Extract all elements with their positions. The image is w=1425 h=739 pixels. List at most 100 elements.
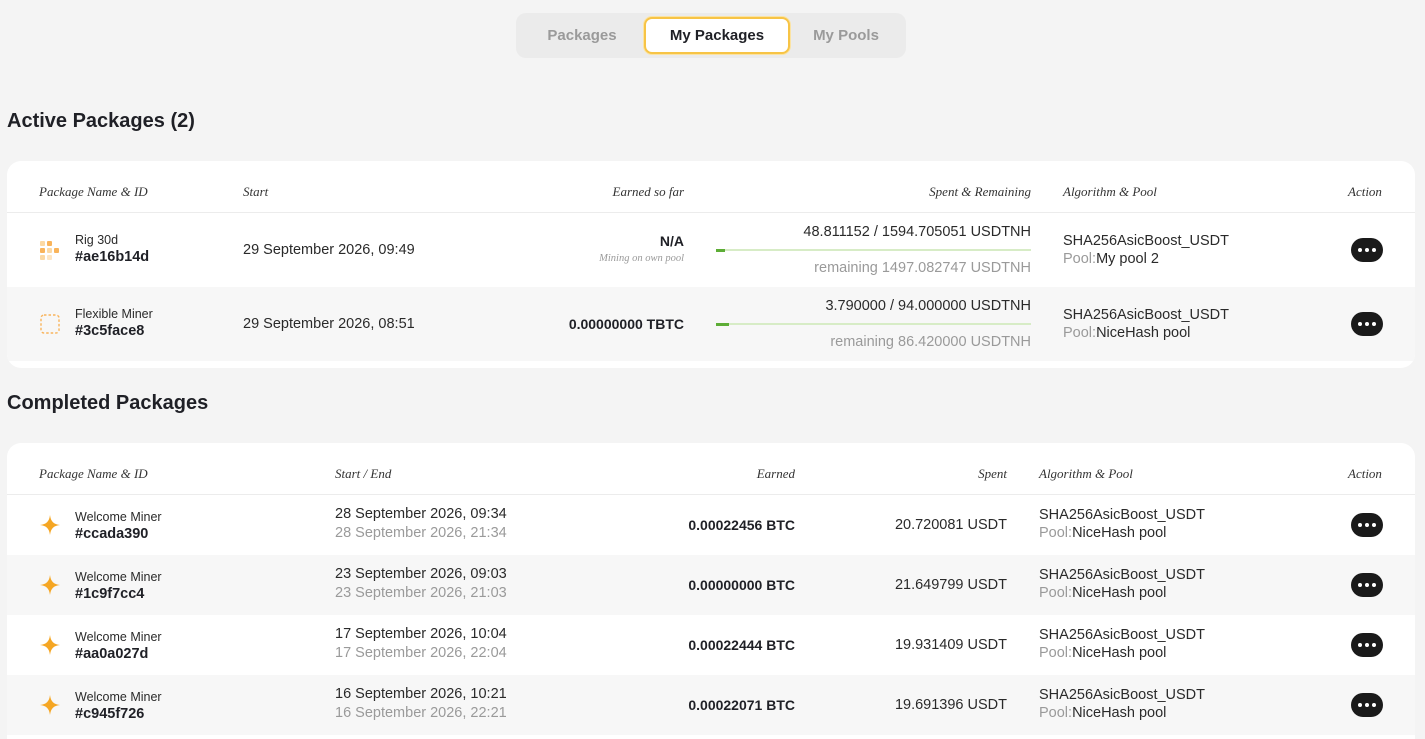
header-name: Package Name & ID (39, 184, 148, 199)
package-id[interactable]: #ccada390 (75, 526, 162, 542)
table-row[interactable]: Welcome Miner #c945f726 16 September 202… (7, 675, 1415, 735)
header-start-end: Start / End (335, 466, 392, 481)
spent-value: 20.720081 USDT (894, 517, 1007, 533)
algo-pool-cell: SHA256AsicBoost_USDT Pool:NiceHash pool (1039, 567, 1205, 601)
algorithm: SHA256AsicBoost_USDT (1039, 567, 1206, 583)
algorithm: SHA256AsicBoost_USDT (1063, 307, 1230, 323)
header-spent: Spent (978, 466, 1007, 481)
header-algo: Algorithm & Pool (1039, 466, 1133, 481)
star-icon (40, 515, 60, 535)
star-icon (40, 635, 60, 655)
more-actions-button[interactable] (1351, 633, 1383, 657)
start-end-cell: 16 September 2026, 10:21 16 September 20… (335, 686, 507, 721)
algo-pool-cell: SHA256AsicBoost_USDT Pool:NiceHash pool (1039, 507, 1205, 541)
earned-note: Mining on own pool (599, 253, 684, 264)
table-row[interactable]: Welcome Miner #ccada390 28 September 202… (7, 495, 1415, 555)
spent-value: 3.790000 / 94.000000 USDTNH (825, 298, 1031, 314)
package-id[interactable]: #1c9f7cc4 (75, 586, 162, 602)
header-action: Action (1348, 466, 1382, 481)
package-name: Rig 30d (75, 233, 119, 247)
algo-pool-cell: SHA256AsicBoost_USDT Pool:NiceHash pool (1039, 687, 1205, 721)
package-name-cell: Welcome Miner #aa0a027d (75, 630, 162, 662)
header-start: Start (243, 184, 269, 199)
tab-my-packages[interactable]: My Packages (644, 17, 790, 54)
package-name: Welcome Miner (75, 510, 162, 524)
table-row[interactable]: Welcome Miner #1c9f7cc4 23 September 202… (7, 555, 1415, 615)
algo-pool-cell: SHA256AsicBoost_USDT Pool:NiceHash pool (1039, 627, 1205, 661)
end-date: 17 September 2026, 22:04 (335, 645, 507, 661)
package-name: Welcome Miner (75, 690, 162, 704)
star-icon (40, 575, 60, 595)
start-date: 17 September 2026, 10:04 (335, 626, 507, 642)
start-date: 16 September 2026, 10:21 (335, 686, 507, 702)
package-id[interactable]: #aa0a027d (75, 646, 162, 662)
package-name-cell: Welcome Miner #ccada390 (75, 510, 162, 542)
end-date: 16 September 2026, 22:21 (335, 705, 507, 721)
more-actions-button[interactable] (1351, 312, 1383, 336)
spent-progress-bar (716, 322, 1031, 326)
star-icon (40, 695, 60, 715)
more-actions-button[interactable] (1351, 513, 1383, 537)
pool: Pool:My pool 2 (1063, 251, 1159, 267)
header-earned: Earned (756, 466, 795, 481)
algorithm: SHA256AsicBoost_USDT (1039, 507, 1206, 523)
earned-value: 0.00022456 BTC (688, 517, 795, 533)
package-name-cell: Welcome Miner #1c9f7cc4 (75, 570, 162, 602)
table-row[interactable]: Flexible Miner #3c5face8 29 September 20… (7, 287, 1415, 361)
spent-value: 19.691396 USDT (894, 697, 1007, 713)
algorithm: SHA256AsicBoost_USDT (1039, 687, 1206, 703)
header-earned: Earned so far (612, 184, 685, 199)
start-date: 28 September 2026, 09:34 (335, 506, 507, 522)
tab-packages[interactable]: Packages (520, 17, 644, 54)
table-header: Package Name & ID Start Earned so far Sp… (7, 161, 1415, 213)
spent-value: 21.649799 USDT (894, 577, 1007, 593)
pool: Pool:NiceHash pool (1039, 585, 1167, 601)
start-end-cell: 28 September 2026, 09:34 28 September 20… (335, 506, 507, 541)
package-name: Welcome Miner (75, 630, 162, 644)
algo-pool-cell: SHA256AsicBoost_USDT Pool:NiceHash pool (1063, 307, 1229, 341)
package-name-cell: Welcome Miner #c945f726 (75, 690, 162, 722)
package-name: Flexible Miner (75, 307, 153, 321)
more-actions-button[interactable] (1351, 693, 1383, 717)
package-id[interactable]: #c945f726 (75, 706, 162, 722)
earned-cell: N/A Mining on own pool (599, 233, 684, 264)
earned-value: 0.00000000 TBTC (568, 316, 684, 332)
pool: Pool:NiceHash pool (1039, 525, 1167, 541)
header-action: Action (1348, 184, 1382, 199)
earned-value: 0.00000000 BTC (688, 577, 795, 593)
table-row[interactable]: Welcome Miner #aa0a027d 17 September 202… (7, 615, 1415, 675)
table-row[interactable]: Rig 30d #ae16b14d 29 September 2026, 09:… (7, 213, 1415, 287)
end-date: 23 September 2026, 21:03 (335, 585, 507, 601)
tab-my-pools[interactable]: My Pools (790, 17, 902, 54)
algo-pool-cell: SHA256AsicBoost_USDT Pool:My pool 2 (1063, 233, 1229, 267)
dashed-square-icon (40, 314, 60, 334)
table-header: Package Name & ID Start / End Earned Spe… (7, 443, 1415, 495)
start-date: 29 September 2026, 09:49 (243, 242, 415, 258)
pool: Pool:NiceHash pool (1039, 645, 1167, 661)
spent-progress-bar (716, 248, 1031, 252)
rig-grid-icon (40, 241, 59, 260)
package-tabs: Packages My Packages My Pools (516, 13, 906, 58)
earned-value: 0.00022071 BTC (688, 697, 795, 713)
package-name: Welcome Miner (75, 570, 162, 584)
more-actions-button[interactable] (1351, 573, 1383, 597)
more-actions-button[interactable] (1351, 238, 1383, 262)
completed-packages-title: Completed Packages (7, 392, 209, 414)
spent-value: 19.931409 USDT (894, 637, 1007, 653)
package-name-cell: Flexible Miner #3c5face8 (75, 307, 153, 339)
start-date: 29 September 2026, 08:51 (243, 316, 415, 332)
end-date: 28 September 2026, 21:34 (335, 525, 507, 541)
header-name: Package Name & ID (39, 466, 148, 481)
remaining-value: remaining 1497.082747 USDTNH (814, 260, 1031, 276)
earned-value: N/A (659, 233, 684, 249)
pool: Pool:NiceHash pool (1063, 325, 1191, 341)
algorithm: SHA256AsicBoost_USDT (1039, 627, 1206, 643)
package-id[interactable]: #3c5face8 (75, 323, 153, 339)
header-spent: Spent & Remaining (929, 184, 1031, 199)
active-packages-title: Active Packages (2) (7, 110, 195, 132)
start-end-cell: 17 September 2026, 10:04 17 September 20… (335, 626, 507, 661)
header-algo: Algorithm & Pool (1063, 184, 1157, 199)
start-end-cell: 23 September 2026, 09:03 23 September 20… (335, 566, 507, 601)
package-id[interactable]: #ae16b14d (75, 249, 149, 265)
earned-value: 0.00022444 BTC (688, 637, 795, 653)
